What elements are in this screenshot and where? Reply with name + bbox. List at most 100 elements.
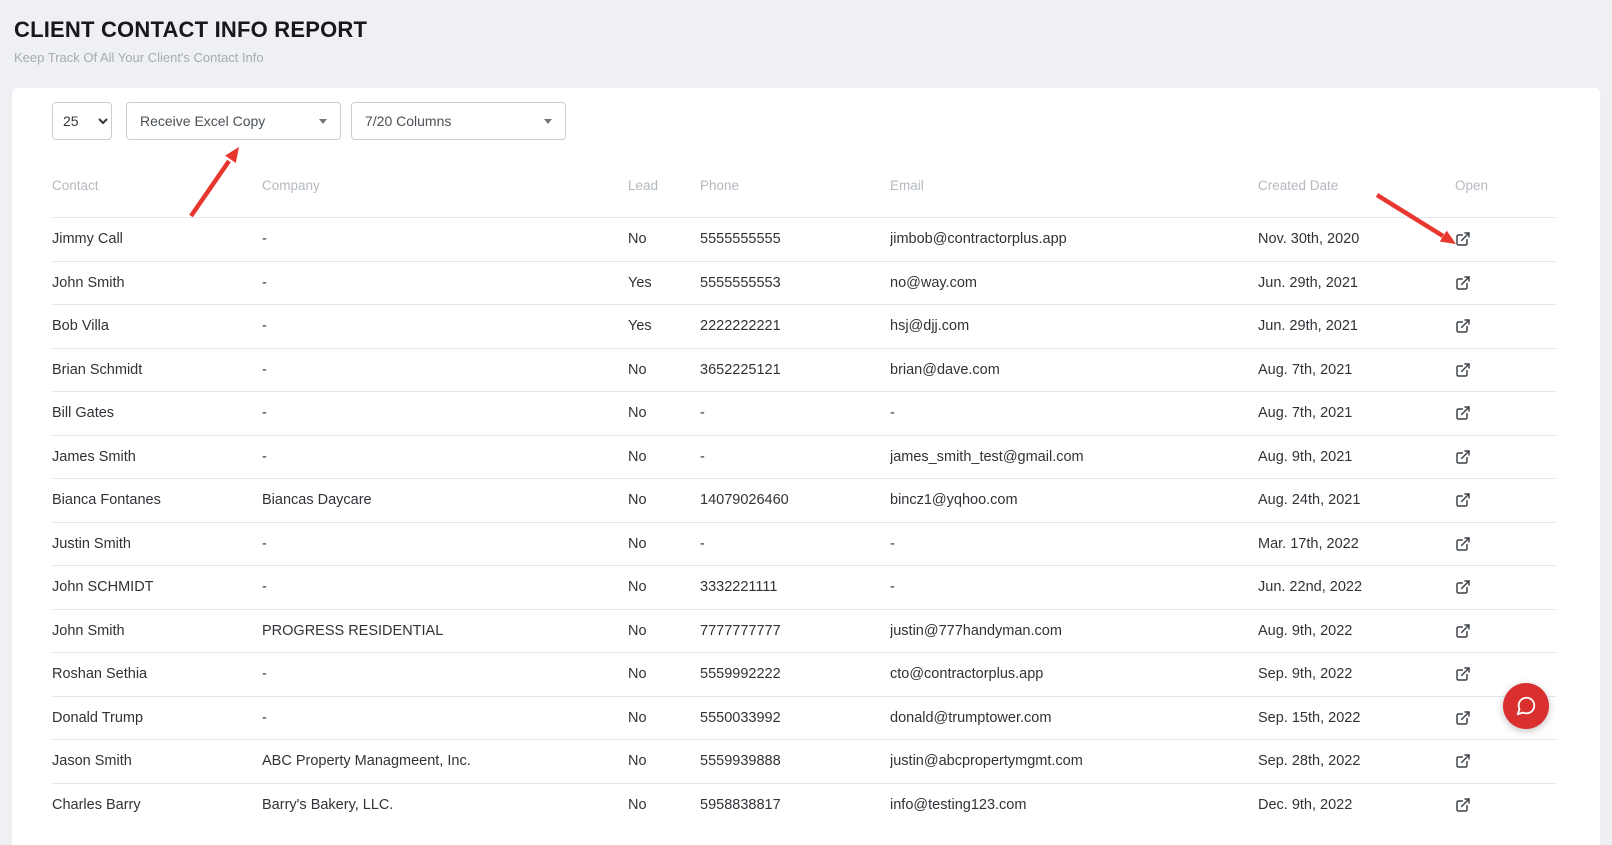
cell-lead: No xyxy=(628,696,700,740)
page-subtitle: Keep Track Of All Your Client's Contact … xyxy=(14,50,1612,65)
cell-created-date: Dec. 9th, 2022 xyxy=(1258,783,1455,827)
cell-company: - xyxy=(262,435,628,479)
cell-created-date: Nov. 30th, 2020 xyxy=(1258,218,1455,262)
cell-company: ABC Property Managmeent, Inc. xyxy=(262,740,628,784)
table-row: John SCHMIDT - No 3332221111 - Jun. 22nd… xyxy=(52,566,1556,610)
cell-company: Biancas Daycare xyxy=(262,479,628,523)
cell-email: - xyxy=(890,522,1258,566)
cell-created-date: Aug. 7th, 2021 xyxy=(1258,392,1455,436)
table-row: Bianca Fontanes Biancas Daycare No 14079… xyxy=(52,479,1556,523)
cell-created-date: Jun. 29th, 2021 xyxy=(1258,305,1455,349)
page-size-select[interactable]: 25 xyxy=(52,102,112,140)
chat-launcher-button[interactable] xyxy=(1503,683,1549,729)
table-row: James Smith - No - james_smith_test@gmai… xyxy=(52,435,1556,479)
cell-phone: 3652225121 xyxy=(700,348,890,392)
cell-created-date: Sep. 28th, 2022 xyxy=(1258,740,1455,784)
cell-contact: John SCHMIDT xyxy=(52,566,262,610)
cell-created-date: Jun. 22nd, 2022 xyxy=(1258,566,1455,610)
cell-email: - xyxy=(890,566,1258,610)
cell-company: PROGRESS RESIDENTIAL xyxy=(262,609,628,653)
cell-company: - xyxy=(262,218,628,262)
cell-created-date: Sep. 9th, 2022 xyxy=(1258,653,1455,697)
cell-phone: - xyxy=(700,522,890,566)
table-row: Donald Trump - No 5550033992 donald@trum… xyxy=(52,696,1556,740)
open-external-link-icon[interactable] xyxy=(1455,275,1471,291)
column-header-phone[interactable]: Phone xyxy=(700,142,890,218)
open-external-link-icon[interactable] xyxy=(1455,623,1471,639)
cell-email: james_smith_test@gmail.com xyxy=(890,435,1258,479)
open-external-link-icon[interactable] xyxy=(1455,579,1471,595)
cell-email: cto@contractorplus.app xyxy=(890,653,1258,697)
open-external-link-icon[interactable] xyxy=(1455,231,1471,247)
cell-contact: Roshan Sethia xyxy=(52,653,262,697)
cell-phone: 5958838817 xyxy=(700,783,890,827)
open-external-link-icon[interactable] xyxy=(1455,753,1471,769)
cell-open xyxy=(1455,348,1556,392)
cell-contact: Donald Trump xyxy=(52,696,262,740)
cell-lead: No xyxy=(628,435,700,479)
cell-contact: Charles Barry xyxy=(52,783,262,827)
table-row: John Smith - Yes 5555555553 no@way.com J… xyxy=(52,261,1556,305)
cell-contact: Bob Villa xyxy=(52,305,262,349)
table-header-row: Contact Company Lead Phone Email Created… xyxy=(52,142,1556,218)
open-external-link-icon[interactable] xyxy=(1455,362,1471,378)
cell-phone: 5550033992 xyxy=(700,696,890,740)
cell-open xyxy=(1455,566,1556,610)
cell-email: justin@777handyman.com xyxy=(890,609,1258,653)
column-header-lead[interactable]: Lead xyxy=(628,142,700,218)
table-row: John Smith PROGRESS RESIDENTIAL No 77777… xyxy=(52,609,1556,653)
table-row: Jimmy Call - No 5555555555 jimbob@contra… xyxy=(52,218,1556,262)
table-row: Brian Schmidt - No 3652225121 brian@dave… xyxy=(52,348,1556,392)
cell-phone: 2222222221 xyxy=(700,305,890,349)
column-header-contact[interactable]: Contact xyxy=(52,142,262,218)
cell-contact: Justin Smith xyxy=(52,522,262,566)
table-row: Bob Villa - Yes 2222222221 hsj@djj.com J… xyxy=(52,305,1556,349)
cell-company: - xyxy=(262,566,628,610)
column-header-created-date[interactable]: Created Date xyxy=(1258,142,1455,218)
cell-phone: 5559939888 xyxy=(700,740,890,784)
cell-lead: Yes xyxy=(628,261,700,305)
columns-dropdown[interactable]: 7/20 Columns xyxy=(351,102,566,140)
cell-open xyxy=(1455,392,1556,436)
open-external-link-icon[interactable] xyxy=(1455,536,1471,552)
open-external-link-icon[interactable] xyxy=(1455,449,1471,465)
column-header-email[interactable]: Email xyxy=(890,142,1258,218)
cell-open xyxy=(1455,479,1556,523)
excel-copy-dropdown-label: Receive Excel Copy xyxy=(140,113,265,129)
table-row: Roshan Sethia - No 5559992222 cto@contra… xyxy=(52,653,1556,697)
cell-lead: No xyxy=(628,783,700,827)
cell-lead: No xyxy=(628,566,700,610)
open-external-link-icon[interactable] xyxy=(1455,797,1471,813)
open-external-link-icon[interactable] xyxy=(1455,405,1471,421)
report-card: 25 Receive Excel Copy 7/20 Columns Conta… xyxy=(12,88,1600,845)
cell-lead: No xyxy=(628,653,700,697)
cell-lead: No xyxy=(628,392,700,436)
cell-created-date: Aug. 9th, 2022 xyxy=(1258,609,1455,653)
cell-phone: 7777777777 xyxy=(700,609,890,653)
cell-company: - xyxy=(262,522,628,566)
cell-company: - xyxy=(262,653,628,697)
cell-email: donald@trumptower.com xyxy=(890,696,1258,740)
table-row: Jason Smith ABC Property Managmeent, Inc… xyxy=(52,740,1556,784)
cell-contact: Bianca Fontanes xyxy=(52,479,262,523)
cell-phone: 3332221111 xyxy=(700,566,890,610)
cell-contact: Brian Schmidt xyxy=(52,348,262,392)
excel-copy-dropdown[interactable]: Receive Excel Copy xyxy=(126,102,341,140)
column-header-company[interactable]: Company xyxy=(262,142,628,218)
chat-bubble-icon xyxy=(1515,695,1537,717)
cell-open xyxy=(1455,740,1556,784)
page-title: CLIENT CONTACT INFO REPORT xyxy=(14,17,1612,43)
report-header: CLIENT CONTACT INFO REPORT Keep Track Of… xyxy=(0,0,1612,88)
open-external-link-icon[interactable] xyxy=(1455,710,1471,726)
open-external-link-icon[interactable] xyxy=(1455,318,1471,334)
cell-open xyxy=(1455,435,1556,479)
cell-lead: No xyxy=(628,348,700,392)
cell-contact: Jason Smith xyxy=(52,740,262,784)
contacts-table: Contact Company Lead Phone Email Created… xyxy=(52,142,1556,827)
open-external-link-icon[interactable] xyxy=(1455,492,1471,508)
table-controls: 25 Receive Excel Copy 7/20 Columns xyxy=(52,102,1556,140)
open-external-link-icon[interactable] xyxy=(1455,666,1471,682)
cell-open xyxy=(1455,609,1556,653)
cell-created-date: Jun. 29th, 2021 xyxy=(1258,261,1455,305)
cell-contact: Bill Gates xyxy=(52,392,262,436)
